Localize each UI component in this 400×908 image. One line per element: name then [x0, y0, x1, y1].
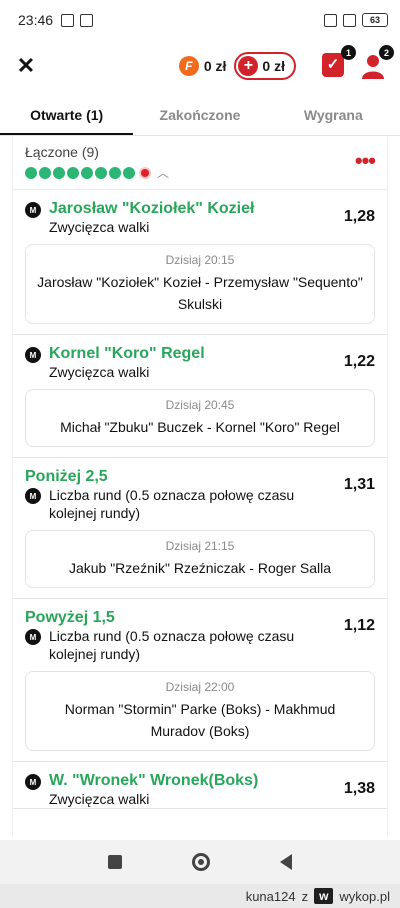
close-icon[interactable]: ✕ [14, 53, 38, 79]
event-card[interactable]: Dzisiaj 20:45 Michał "Zbuku" Buczek - Ko… [25, 389, 375, 447]
mute-icon [61, 13, 75, 27]
combined-bet-title: Łączone (9) [25, 144, 99, 160]
status-time: 23:46 [18, 12, 54, 28]
combined-bet-header[interactable]: Łączone (9) ︿ ••• [13, 136, 387, 190]
won-leg-icon [53, 166, 65, 179]
event-card[interactable]: Dzisiaj 21:15 Jakub "Rzeźnik" Rzeźniczak… [25, 530, 375, 588]
event-time: Dzisiaj 20:45 [165, 398, 235, 412]
more-options-icon[interactable]: ••• [355, 148, 376, 174]
won-leg-icon [109, 166, 121, 179]
mma-icon: M [25, 488, 41, 504]
selection-name: W. "Wronek" Wronek(Boks) [49, 772, 259, 789]
alarm-icon [324, 13, 337, 27]
won-leg-icon [81, 166, 93, 179]
coin-icon: F [178, 56, 199, 76]
won-leg-icon [95, 166, 107, 179]
odds-value: 1,12 [343, 617, 375, 634]
coin-balance[interactable]: F 0 zł [178, 56, 227, 76]
tab-open[interactable]: Otwarte (1) [0, 96, 134, 135]
bet-tabs: Otwarte (1) Zakończone Wygrana [0, 96, 400, 136]
event-name: Norman "Stormin" Parke (Boks) - Makhmud … [64, 701, 336, 739]
plus-icon: + [238, 56, 259, 76]
mma-icon: M [25, 347, 41, 363]
mma-icon: M [25, 774, 41, 790]
selection-name: Poniżej 2,5 [25, 468, 108, 485]
mma-icon: M [25, 629, 41, 645]
market-name: Liczba rund (0.5 oznacza połowę czasu ko… [49, 628, 295, 662]
event-time: Dzisiaj 20:15 [165, 253, 235, 267]
event-name: Jakub "Rzeźnik" Rzeźniczak - Roger Salla [68, 560, 332, 576]
market-name: Zwycięzca walki [49, 364, 150, 380]
market-name: Zwycięzca walki [49, 219, 150, 235]
watermark-footer: kuna124 z w wykop.pl [0, 884, 400, 908]
balance-value: 0 zł [262, 58, 285, 74]
back-icon[interactable] [280, 854, 292, 870]
bet-slip-content: Łączone (9) ︿ ••• M Jarosław "Koziołek" … [12, 136, 388, 836]
bet-leg: M W. "Wronek" Wronek(Boks) Zwycięzca wal… [13, 762, 387, 809]
event-card[interactable]: Dzisiaj 20:15 Jarosław "Koziołek" Kozieł… [25, 244, 375, 324]
selection-name: Kornel "Koro" Regel [49, 345, 205, 362]
odds-value: 1,28 [343, 208, 375, 225]
bet-leg: Powyżej 1,5 M Liczba rund (0.5 oznacza p… [13, 599, 387, 762]
system-nav-bar [0, 840, 400, 884]
selection-name: Powyżej 1,5 [25, 609, 115, 626]
won-leg-icon [123, 166, 135, 179]
wykop-logo: w [314, 888, 334, 904]
event-name: Michał "Zbuku" Buczek - Kornel "Koro" Re… [60, 419, 340, 435]
won-leg-icon [67, 166, 79, 179]
event-time: Dzisiaj 21:15 [165, 539, 235, 553]
status-left-icons [61, 13, 94, 27]
bet-leg: M Kornel "Koro" Regel Zwycięzca walki 1,… [13, 335, 387, 458]
signal-icon [343, 13, 356, 27]
event-card[interactable]: Dzisiaj 22:00 Norman "Stormin" Parke (Bo… [25, 671, 375, 751]
upload-icon [80, 13, 94, 27]
won-leg-icon [39, 166, 51, 179]
odds-value: 1,22 [343, 353, 375, 370]
bet-leg: M Jarosław "Koziołek" Kozieł Zwycięzca w… [13, 190, 387, 335]
status-bar: 23:46 63 [0, 0, 400, 40]
coupon-badge: 1 [341, 45, 356, 60]
live-leg-icon [141, 168, 149, 177]
tab-won[interactable]: Wygrana [267, 96, 400, 135]
status-right-icons: 63 [324, 13, 388, 27]
coin-value: 0 zł [203, 58, 227, 74]
chevron-up-icon[interactable]: ︿ [157, 164, 169, 181]
odds-value: 1,31 [343, 476, 375, 493]
checkmark-icon: ✓ [322, 53, 344, 77]
deposit-button[interactable]: + 0 zł [234, 52, 296, 80]
coupon-button[interactable]: ✓ 1 [322, 45, 356, 79]
market-name: Zwycięzca walki [49, 791, 150, 807]
market-name: Liczba rund (0.5 oznacza połowę czasu ko… [49, 487, 295, 521]
leg-status-row: ︿ [25, 164, 375, 181]
author-name: kuna124 [245, 888, 296, 904]
profile-button[interactable]: 2 [360, 45, 394, 79]
selection-name: Jarosław "Koziołek" Kozieł [49, 200, 255, 217]
tab-finished[interactable]: Zakończone [133, 96, 266, 135]
event-time: Dzisiaj 22:00 [165, 680, 235, 694]
recents-icon[interactable] [108, 855, 122, 869]
app-header: ✕ F 0 zł + 0 zł ✓ 1 2 [0, 40, 400, 92]
event-name: Jarosław "Koziołek" Kozieł - Przemysław … [37, 274, 363, 312]
bet-leg: Poniżej 2,5 M Liczba rund (0.5 oznacza p… [13, 458, 387, 599]
home-icon[interactable] [192, 853, 210, 871]
mma-icon: M [25, 202, 41, 218]
author-separator: z [301, 888, 309, 904]
won-leg-icon [25, 166, 37, 179]
site-name: wykop.pl [339, 888, 390, 904]
odds-value: 1,38 [343, 780, 375, 797]
profile-badge: 2 [379, 45, 394, 60]
battery-icon: 63 [362, 13, 388, 27]
